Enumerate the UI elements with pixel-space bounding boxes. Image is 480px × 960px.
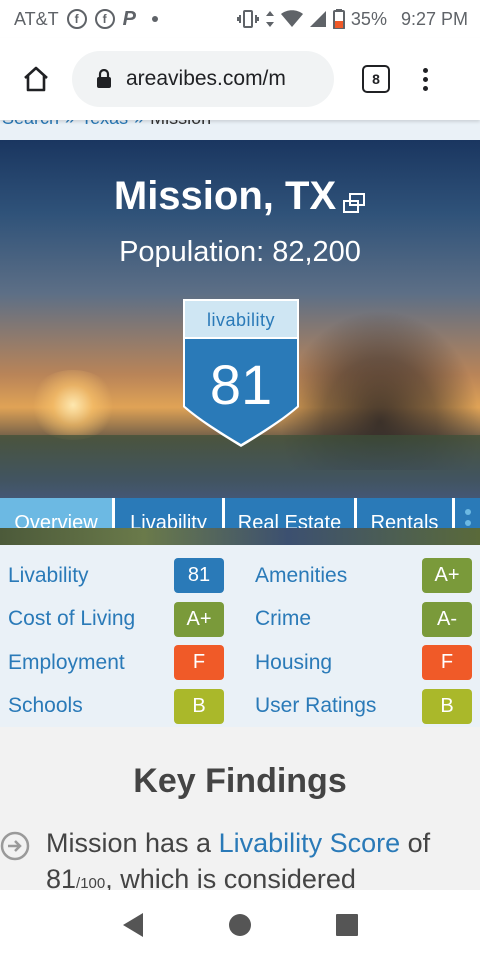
grade-label: Schools — [8, 694, 83, 718]
breadcrumb-mission: Mission — [150, 120, 211, 128]
grade-label: Housing — [255, 650, 333, 674]
grade-item-livability[interactable]: Livability 81 — [0, 558, 240, 594]
url-text: areavibes.com/m — [126, 67, 286, 90]
grade-badge: A+ — [422, 558, 472, 594]
city-title: Mission, TX — [0, 174, 480, 225]
arrow-circle-icon — [0, 831, 30, 861]
livability-score: 81 — [209, 353, 273, 416]
findings-text-part: of — [400, 828, 431, 858]
grade-badge: A- — [422, 601, 472, 637]
home-button[interactable] — [16, 59, 56, 99]
grade-item-housing[interactable]: Housing F — [240, 645, 480, 681]
sunset-image — [28, 370, 118, 440]
browser-toolbar: areavibes.com/m 8 — [0, 38, 480, 120]
recents-square-icon — [335, 914, 358, 936]
grade-item-user-ratings[interactable]: User Ratings B — [240, 688, 480, 724]
breadcrumb-separator: » — [65, 120, 75, 128]
vibrate-icon — [236, 10, 259, 28]
facebook-icon: f — [94, 9, 115, 29]
clock: 9:27 PM — [400, 8, 468, 29]
grade-item-schools[interactable]: Schools B — [0, 688, 240, 724]
grade-label: Employment — [8, 650, 125, 674]
grades-grid: Livability 81 Amenities A+ Cost of Livin… — [0, 545, 480, 727]
key-findings-text: Mission has a Livability Score of 81/100,… — [46, 825, 466, 890]
grade-item-amenities[interactable]: Amenities A+ — [240, 558, 480, 594]
findings-score-suffix: /100 — [76, 875, 106, 890]
livability-label: livability — [206, 310, 276, 330]
grade-item-employment[interactable]: Employment F — [0, 645, 240, 681]
grade-badge: F — [174, 645, 224, 681]
signal-icon — [309, 10, 327, 28]
battery-icon — [332, 9, 345, 29]
city-name: Mission, TX — [113, 174, 337, 218]
browser-menu-button[interactable] — [420, 67, 430, 91]
lock-icon — [97, 69, 111, 88]
back-icon — [123, 913, 144, 937]
grade-badge: B — [422, 688, 472, 724]
back-button[interactable] — [113, 905, 153, 945]
status-bar: AT&T f f P 35% 9:27 PM — [0, 0, 480, 38]
carrier-label: AT&T — [14, 8, 59, 29]
grade-label: Livability — [8, 563, 89, 587]
banner-strip — [0, 528, 480, 545]
home-icon — [24, 66, 48, 92]
wifi-icon — [280, 10, 303, 28]
population-text: Population: 82,200 — [119, 236, 361, 268]
data-arrows-icon — [265, 10, 275, 28]
grade-item-cost-of-living[interactable]: Cost of Living A+ — [0, 601, 240, 637]
dot-icon — [152, 16, 159, 22]
grade-label: Crime — [255, 607, 311, 631]
grade-label: User Ratings — [255, 694, 377, 718]
battery-percent: 35% — [350, 8, 387, 29]
breadcrumb-search[interactable]: Search — [2, 120, 59, 128]
home-nav-button[interactable] — [220, 905, 260, 945]
hero-banner: Mission, TX Population: 82,200 livabilit… — [0, 140, 480, 545]
facebook-icon: f — [66, 9, 87, 29]
key-findings-section: Key Findings Mission has a Livability Sc… — [0, 727, 480, 890]
grade-label: Amenities — [255, 563, 348, 587]
findings-text-part: , which is considered — [105, 864, 356, 890]
address-bar[interactable]: areavibes.com/m — [72, 51, 334, 107]
external-link-icon[interactable] — [342, 180, 366, 225]
findings-text-part: Mission has a — [46, 828, 219, 858]
grade-badge: A+ — [174, 601, 224, 637]
tab-switcher-button[interactable]: 8 — [362, 65, 390, 93]
grade-badge: 81 — [174, 558, 224, 594]
breadcrumb: Search » Texas » Mission — [2, 120, 211, 129]
grade-badge: B — [174, 688, 224, 724]
findings-score: 81 — [46, 864, 77, 890]
key-findings-title: Key Findings — [133, 762, 347, 800]
home-circle-icon — [228, 914, 251, 936]
recents-button[interactable] — [327, 905, 367, 945]
breadcrumb-texas[interactable]: Texas — [81, 120, 128, 128]
breadcrumb-separator: » — [134, 120, 144, 128]
paypal-icon: P — [122, 7, 137, 30]
grade-badge: F — [422, 645, 472, 681]
grade-item-crime[interactable]: Crime A- — [240, 601, 480, 637]
page-content: Search » Texas » Mission Mission, TX Populat… — [0, 120, 480, 890]
grade-label: Cost of Living — [8, 607, 136, 631]
system-nav-bar — [0, 890, 480, 960]
livability-score-link[interactable]: Livability Score — [219, 828, 401, 858]
